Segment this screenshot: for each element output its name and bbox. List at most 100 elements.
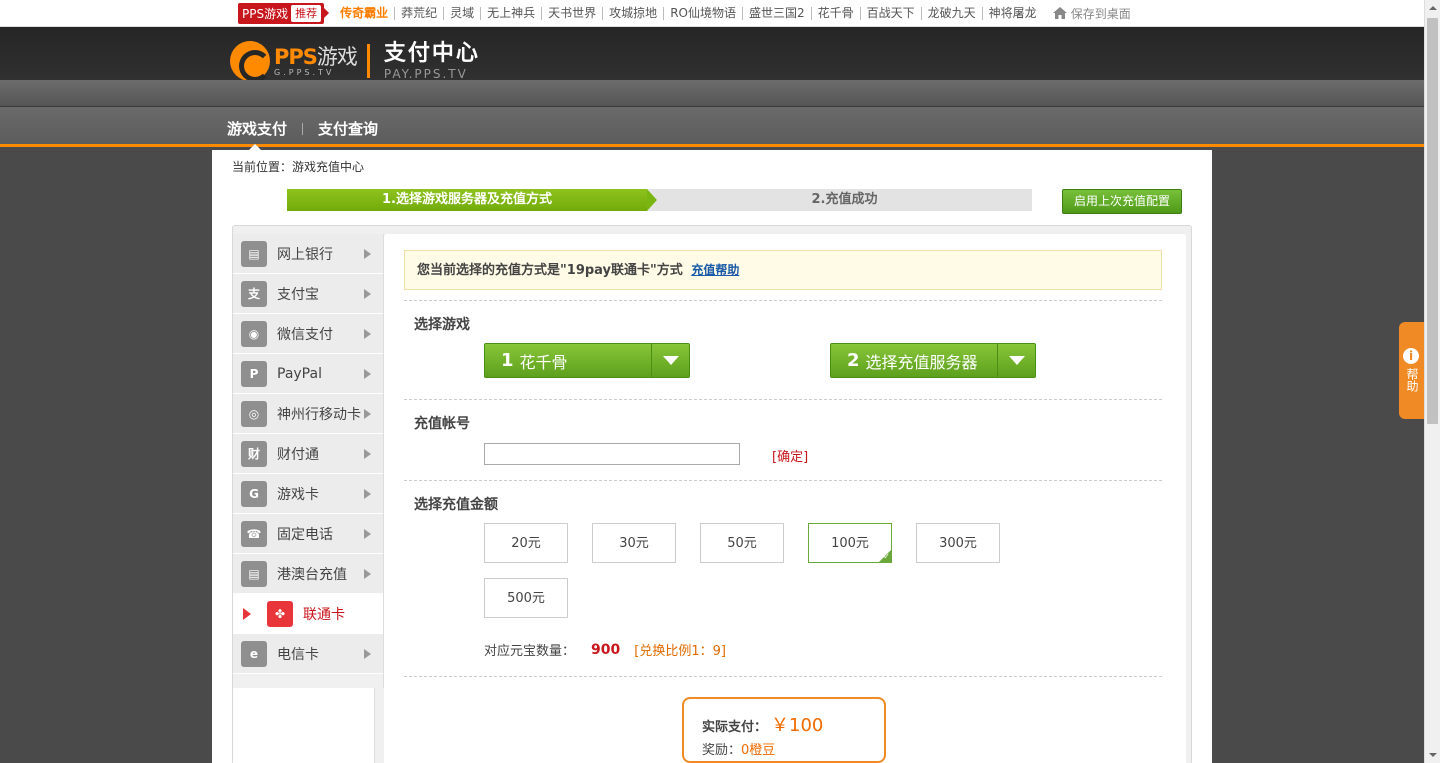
sidebar-item-label: 港澳台充值	[277, 566, 347, 583]
sidebar-item-payment-method[interactable]: ▤ 网上银行	[233, 234, 383, 274]
check-icon: ✓	[883, 552, 890, 561]
page-scrollbar[interactable]	[1424, 0, 1440, 763]
select-game-title: 选择游戏	[414, 317, 470, 333]
telephone-icon: ☎	[241, 520, 267, 547]
logo-divider	[366, 44, 370, 78]
pps-logo-icon	[230, 41, 271, 82]
progress-steps: 1.选择游戏服务器及充值方式 2.充值成功	[287, 189, 1032, 211]
chevron-right-icon	[364, 489, 371, 499]
sidebar-item-payment-method[interactable]: e 电信卡	[233, 634, 383, 674]
game-link[interactable]: 盛世三国2	[743, 6, 812, 20]
help-side-tab[interactable]: i 帮助	[1399, 322, 1424, 419]
sidebar-item-label: PayPal	[277, 365, 322, 382]
yuanbao-info: 对应元宝数量： 900 [兑换比例1：9]	[484, 640, 726, 660]
amount-option[interactable]: 500元	[484, 578, 568, 618]
sidebar-item-label: 神州行移动卡	[277, 406, 361, 423]
game-link[interactable]: 莽荒纪	[395, 6, 445, 20]
divider	[404, 300, 1162, 301]
account-title: 充值帐号	[414, 416, 470, 432]
sidebar-item-payment-method[interactable]: ☎ 固定电话	[233, 514, 383, 554]
pps-games-badge[interactable]: PPS游戏 推荐	[238, 2, 325, 24]
server-select[interactable]: 2 选择充值服务器	[830, 343, 1036, 378]
game-link[interactable]: 龙破九天	[922, 6, 983, 20]
game-link[interactable]: 攻城掠地	[603, 6, 665, 20]
amount-option-selected[interactable]: 100元 ✓	[808, 523, 892, 563]
amount-option[interactable]: 30元	[592, 523, 676, 563]
game-link[interactable]: 无上神兵	[481, 6, 543, 20]
exchange-ratio: [兑换比例1：9]	[634, 644, 726, 659]
info-icon: i	[1403, 348, 1419, 364]
confirm-account-link[interactable]: [确定]	[772, 446, 808, 465]
save-to-desktop-link[interactable]: 保存到桌面	[1052, 5, 1131, 22]
game-link[interactable]: 百战天下	[861, 6, 922, 20]
game-select-number: 1	[501, 350, 514, 371]
amount-option[interactable]: 50元	[700, 523, 784, 563]
scroll-up-icon[interactable]	[1429, 6, 1437, 10]
sidebar-item-payment-method[interactable]: ✤ 联通卡	[233, 594, 383, 634]
nav-divider	[302, 122, 304, 135]
recharge-help-link[interactable]: 充值帮助	[691, 263, 739, 277]
game-select[interactable]: 1 花千骨	[484, 343, 690, 378]
sidebar-item-payment-method[interactable]: ◎ 神州行移动卡	[233, 394, 383, 434]
sidebar-item-payment-method[interactable]: G 游戏卡	[233, 474, 383, 514]
sidebar-item-payment-method[interactable]: 支支付宝	[233, 274, 383, 314]
main-nav: 游戏支付 支付查询	[0, 107, 1424, 150]
china-unicom-icon: ✤	[267, 600, 293, 627]
game-link[interactable]: 传奇霸业	[334, 6, 396, 20]
sidebar-item-label: 联通卡	[303, 606, 345, 623]
sidebar-item-payment-method[interactable]: ◉ 微信支付	[233, 314, 383, 354]
sidebar-item-payment-method[interactable]: ▤ 港澳台充值	[233, 554, 383, 594]
sidebar-item-label: 网上银行	[277, 246, 333, 263]
help-label: 帮助	[1405, 368, 1419, 392]
account-input[interactable]	[484, 443, 740, 465]
payment-summary: 实际支付： ￥100 奖励：0橙豆	[682, 697, 886, 763]
sidebar-item-payment-method[interactable]: P PayPal	[233, 354, 383, 394]
sidebar-item-label: 游戏卡	[277, 486, 319, 503]
payment-method-sidebar: ▤ 网上银行支支付宝 ◉ 微信支付 P PayPal ◎ 神州行移动卡财财付通 G 游戏卡 ☎ 固定电…	[233, 234, 384, 688]
bank-card-icon: ▤	[241, 240, 267, 267]
payment-method-notice: 您当前选择的充值方式是"19pay联通卡"方式 充值帮助	[404, 250, 1162, 290]
scroll-down-icon[interactable]	[1429, 753, 1437, 757]
divider	[404, 399, 1162, 400]
game-links: 传奇霸业 莽荒纪 灵域 无上神兵 天书世界 攻城掠地 RO仙境物语 盛世三国2 …	[334, 6, 1043, 20]
amount-option[interactable]: 20元	[484, 523, 568, 563]
game-link[interactable]: RO仙境物语	[664, 6, 743, 20]
sidebar-item-label: 财付通	[277, 446, 319, 463]
tenpay-icon: 财	[241, 440, 267, 467]
home-icon	[1052, 7, 1067, 19]
chevron-right-icon	[364, 569, 371, 579]
sidebar-item-label: 电信卡	[277, 646, 319, 663]
step-1: 1.选择游戏服务器及充值方式	[287, 189, 647, 211]
recommend-label: 推荐	[291, 4, 322, 22]
logo[interactable]: PPS游戏 G.PPS.TV 支付中心 PAY.PPS.TV	[230, 41, 480, 82]
server-select-value: 选择充值服务器	[865, 352, 978, 372]
chevron-right-icon	[364, 249, 371, 259]
scrollbar-thumb[interactable]	[1427, 18, 1438, 424]
amount-option[interactable]: 300元	[916, 523, 1000, 563]
divider	[404, 480, 1162, 481]
paypal-icon: P	[241, 360, 267, 387]
yuanbao-value: 900	[591, 641, 621, 658]
reuse-last-config-button[interactable]: 启用上次充值配置	[1062, 189, 1182, 214]
yuanbao-label: 对应元宝数量：	[484, 644, 576, 659]
game-link[interactable]: 神将屠龙	[983, 6, 1043, 20]
game-link[interactable]: 天书世界	[542, 6, 604, 20]
header-band	[0, 80, 1424, 106]
wechat-icon: ◉	[241, 320, 267, 347]
game-link[interactable]: 花千骨	[812, 6, 861, 20]
tab-game-payment[interactable]: 游戏支付	[227, 118, 287, 150]
notice-text: 您当前选择的充值方式是"19pay联通卡"方式	[417, 263, 683, 278]
sidebar-item-payment-method[interactable]: 财财付通	[233, 434, 383, 474]
logo-main-text: PPS	[274, 44, 318, 69]
china-telecom-icon: e	[241, 640, 267, 667]
game-link[interactable]: 灵域	[444, 6, 482, 20]
step-2: 2.充值成功	[657, 189, 1032, 211]
actual-payment-amount: ￥100	[771, 715, 824, 736]
logo-sub-text: 游戏	[316, 44, 358, 69]
china-mobile-icon: ◎	[241, 400, 267, 427]
chevron-right-icon	[364, 329, 371, 339]
tab-payment-query[interactable]: 支付查询	[318, 118, 378, 139]
save-to-desktop-label: 保存到桌面	[1070, 6, 1131, 21]
chevron-down-icon	[997, 344, 1035, 377]
payment-form: 您当前选择的充值方式是"19pay联通卡"方式 充值帮助 选择游戏 1 花千骨 …	[384, 234, 1186, 763]
